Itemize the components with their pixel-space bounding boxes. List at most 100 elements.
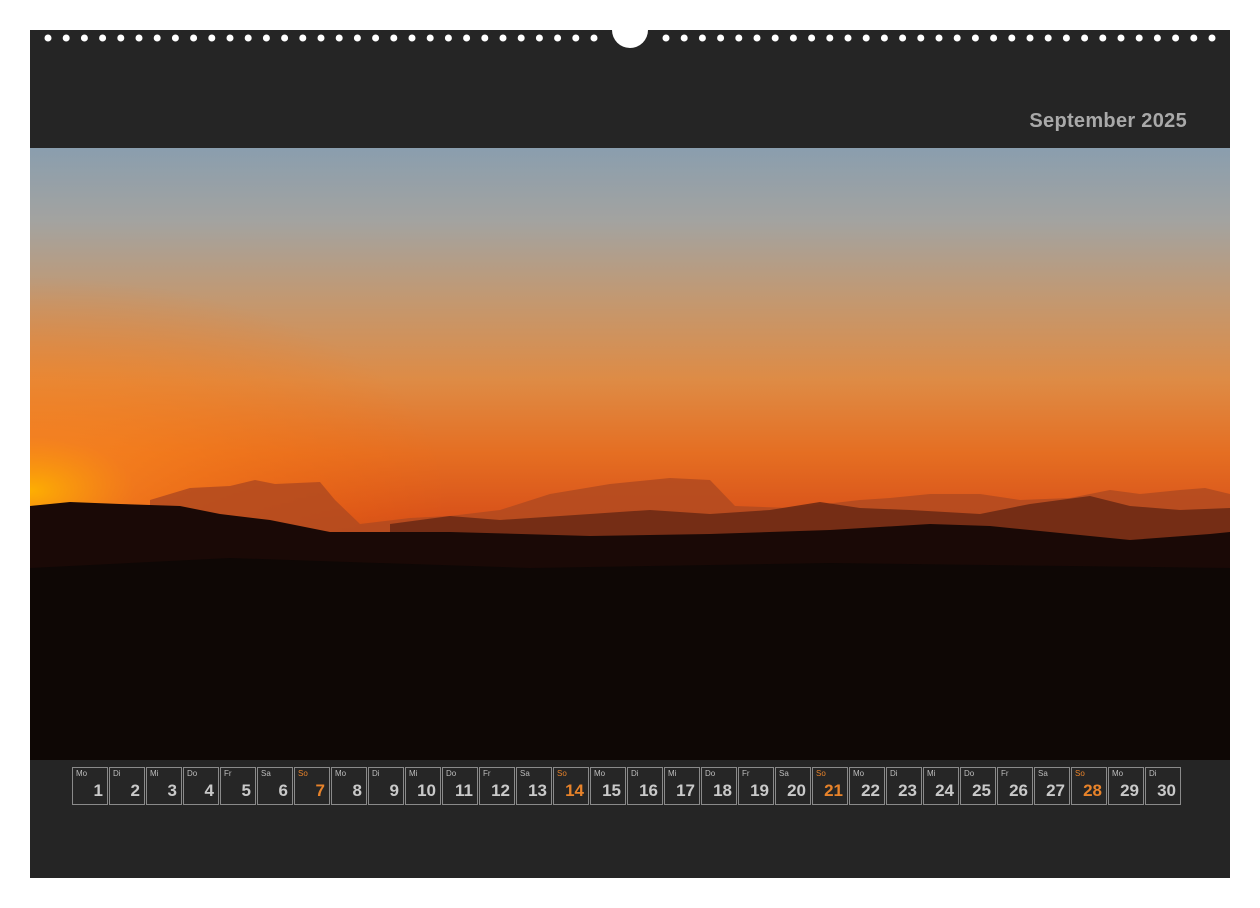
binding-hole [1026, 34, 1034, 42]
weekday-label: Fr [224, 769, 232, 778]
binding-hole [1062, 34, 1070, 42]
binding-hole [153, 34, 161, 42]
day-cell: Fr 5 [220, 767, 256, 805]
day-number: 3 [167, 781, 177, 800]
weekday-label: Do [964, 769, 975, 778]
weekday-label: Fr [483, 769, 491, 778]
binding-hole [135, 34, 143, 42]
sunset-photo [30, 148, 1230, 760]
binding-hole [971, 34, 979, 42]
binding-hole [917, 34, 925, 42]
binding-hole [463, 34, 471, 42]
binding-hole [335, 34, 343, 42]
day-cell: Mo 1 [72, 767, 108, 805]
weekday-label: Mo [76, 769, 88, 778]
day-cell: Do 18 [701, 767, 737, 805]
weekday-label: Fr [1001, 769, 1009, 778]
day-number: 27 [1046, 781, 1065, 800]
day-cell: Fr 12 [479, 767, 515, 805]
binding-hole [753, 34, 761, 42]
binding-hole [244, 34, 252, 42]
binding-hole [590, 34, 598, 42]
weekday-label: Mo [594, 769, 606, 778]
day-number: 2 [130, 781, 140, 800]
day-number: 24 [935, 781, 954, 800]
day-cell: Do 25 [960, 767, 996, 805]
binding-hole [771, 34, 779, 42]
day-cell: Fr 26 [997, 767, 1033, 805]
binding-hole [662, 34, 670, 42]
binding-hole [190, 34, 198, 42]
day-number: 13 [528, 781, 547, 800]
day-cell: Sa 6 [257, 767, 293, 805]
weekday-label: Sa [779, 769, 789, 778]
day-cell: Mi 10 [405, 767, 441, 805]
weekday-label: Di [890, 769, 898, 778]
binding-hole [1135, 34, 1143, 42]
binding-hole [353, 34, 361, 42]
weekday-label: Do [705, 769, 716, 778]
binding-hole [880, 34, 888, 42]
day-number: 6 [278, 781, 288, 800]
binding-hole [317, 34, 325, 42]
binding-hole [481, 34, 489, 42]
day-cell: Sa 20 [775, 767, 811, 805]
day-number: 10 [417, 781, 436, 800]
binding-hole [408, 34, 416, 42]
weekday-label: Mo [853, 769, 865, 778]
binding-hole [680, 34, 688, 42]
binding-hole [844, 34, 852, 42]
binding-hole [208, 34, 216, 42]
day-cell: So 21 [812, 767, 848, 805]
binding-hole [862, 34, 870, 42]
day-cell: So 28 [1071, 767, 1107, 805]
day-number: 22 [861, 781, 880, 800]
spiral-binding [30, 30, 1230, 48]
day-number: 15 [602, 781, 621, 800]
day-cell: Sa 13 [516, 767, 552, 805]
binding-hole [1008, 34, 1016, 42]
binding-hole [535, 34, 543, 42]
weekday-label: Fr [742, 769, 750, 778]
binding-hole [44, 34, 52, 42]
weekday-label: So [816, 769, 826, 778]
weekday-label: Di [372, 769, 380, 778]
binding-hole [899, 34, 907, 42]
weekday-label: Do [187, 769, 198, 778]
binding-hole [426, 34, 434, 42]
day-number: 19 [750, 781, 769, 800]
day-number: 5 [241, 781, 251, 800]
weekday-label: Mo [1112, 769, 1124, 778]
day-number: 1 [93, 781, 103, 800]
day-cell: Do 4 [183, 767, 219, 805]
day-cell: Mi 3 [146, 767, 182, 805]
day-number: 18 [713, 781, 732, 800]
weekday-label: Sa [1038, 769, 1048, 778]
weekday-label: Sa [261, 769, 271, 778]
binding-hole [117, 34, 125, 42]
binding-hole [826, 34, 834, 42]
day-number: 17 [676, 781, 695, 800]
weekday-label: Mi [150, 769, 159, 778]
day-cell: Mo 29 [1108, 767, 1144, 805]
binding-hole [281, 34, 289, 42]
weekday-label: Do [446, 769, 457, 778]
weekday-label: So [298, 769, 308, 778]
binding-hole [444, 34, 452, 42]
day-strip: Mo 1 Di 2 Mi 3 Do 4 Fr 5 Sa 6 So 7 Mo 8 Di 9 Mi 10 Do 11 Fr 12 S… [72, 767, 1181, 807]
binding-hole [953, 34, 961, 42]
binding-hole [1153, 34, 1161, 42]
weekday-label: Di [1149, 769, 1157, 778]
binding-hole [935, 34, 943, 42]
binding-hole [372, 34, 380, 42]
day-number: 20 [787, 781, 806, 800]
binding-hole [1190, 34, 1198, 42]
day-number: 28 [1083, 781, 1102, 800]
binding-hole [390, 34, 398, 42]
day-cell: Mo 8 [331, 767, 367, 805]
binding-hole [698, 34, 706, 42]
weekday-label: Mi [409, 769, 418, 778]
day-cell: Di 16 [627, 767, 663, 805]
day-number: 12 [491, 781, 510, 800]
weekday-label: Di [631, 769, 639, 778]
